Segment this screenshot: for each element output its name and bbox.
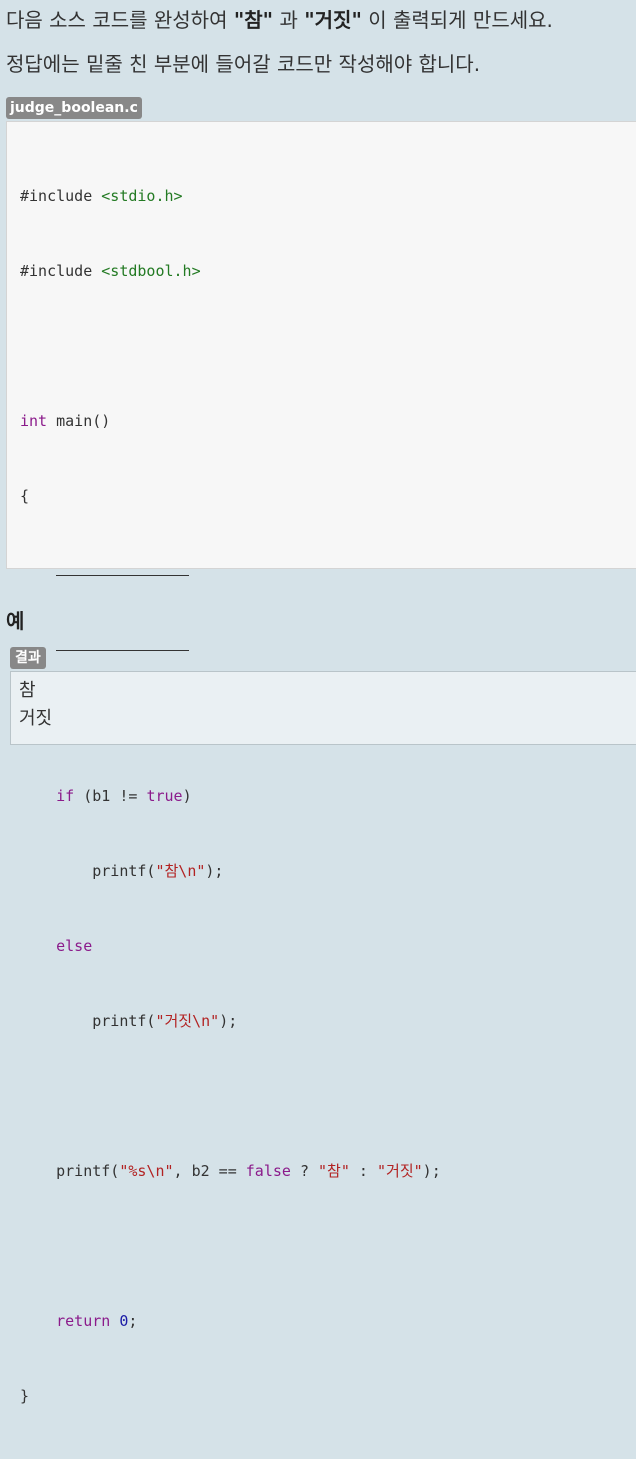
code-line-16: return 0; xyxy=(20,1309,441,1334)
code-block: #include <stdio.h> #include <stdbool.h> … xyxy=(6,121,636,1405)
code-line-7 xyxy=(20,634,441,659)
code-token: "%s\n" xyxy=(119,1162,174,1180)
code-token: ? xyxy=(290,1162,319,1180)
code-line-10: printf("참\n"); xyxy=(20,859,441,884)
code-token: #include xyxy=(20,187,93,205)
code-token: ); xyxy=(205,862,224,880)
code-token: "거짓" xyxy=(377,1162,423,1180)
code-token: printf( xyxy=(92,1012,156,1030)
code-line-2: #include <stdbool.h> xyxy=(20,259,441,284)
instruction-line-2: 정답에는 밑줄 친 부분에 들어갈 코드만 작성해야 합니다. xyxy=(6,52,481,76)
example-heading: 예 xyxy=(6,609,25,633)
result-line: 거짓 xyxy=(19,708,53,729)
code-token: <stdbool.h> xyxy=(101,262,201,280)
instruction-text: 과 xyxy=(273,8,305,32)
result-output: 참 거짓 xyxy=(10,671,636,745)
emphasis-false: "거짓" xyxy=(304,8,362,32)
code-token: else xyxy=(56,937,93,955)
code-token: int xyxy=(20,412,48,430)
code-lines: #include <stdio.h> #include <stdbool.h> … xyxy=(20,134,441,1459)
emphasis-true: "참" xyxy=(233,8,274,32)
fill-in-blank-2 xyxy=(56,636,190,651)
code-line-4: int main() xyxy=(20,409,441,434)
code-token: "거짓\n" xyxy=(155,1012,220,1030)
code-line-11: else xyxy=(20,934,441,959)
code-line-5: { xyxy=(20,484,441,509)
code-token: , b2 == xyxy=(173,1162,246,1180)
code-token: 0 xyxy=(119,1312,129,1330)
code-line-1: #include <stdio.h> xyxy=(20,184,441,209)
code-token: return xyxy=(56,1312,111,1330)
code-token: ) xyxy=(182,787,192,805)
code-token: "참" xyxy=(318,1162,350,1180)
instruction-line-1: 다음 소스 코드를 완성하여 "참" 과 "거짓" 이 출력되게 만드세요. xyxy=(6,7,553,33)
code-line-17: } xyxy=(20,1384,441,1409)
code-token: ; xyxy=(128,1312,138,1330)
code-token: "참\n" xyxy=(155,862,206,880)
code-token: printf( xyxy=(56,1162,120,1180)
code-token: false xyxy=(245,1162,291,1180)
code-token: <stdio.h> xyxy=(101,187,183,205)
code-token: : xyxy=(349,1162,377,1180)
code-token: (b1 != xyxy=(74,787,147,805)
code-line-12: printf("거짓\n"); xyxy=(20,1009,441,1034)
code-line-9: if (b1 != true) xyxy=(20,784,441,809)
fill-in-blank-1 xyxy=(56,561,190,576)
code-token: #include xyxy=(20,262,93,280)
instruction-text: 이 출력되게 만드세요. xyxy=(361,8,553,32)
code-token: if xyxy=(56,787,75,805)
code-token: { xyxy=(20,487,30,505)
code-token: printf( xyxy=(92,862,156,880)
code-token: main() xyxy=(47,412,111,430)
instruction-text: 다음 소스 코드를 완성하여 xyxy=(6,8,234,32)
code-token: ); xyxy=(219,1012,238,1030)
filename-badge: judge_boolean.c xyxy=(6,97,142,119)
code-token: ); xyxy=(422,1162,441,1180)
result-badge: 결과 xyxy=(10,647,46,669)
code-token: true xyxy=(146,787,183,805)
code-line-14: printf("%s\n", b2 == false ? "참" : "거짓")… xyxy=(20,1159,441,1184)
result-line: 참 xyxy=(19,680,36,701)
code-token: } xyxy=(20,1387,30,1405)
code-line-6 xyxy=(20,559,441,584)
